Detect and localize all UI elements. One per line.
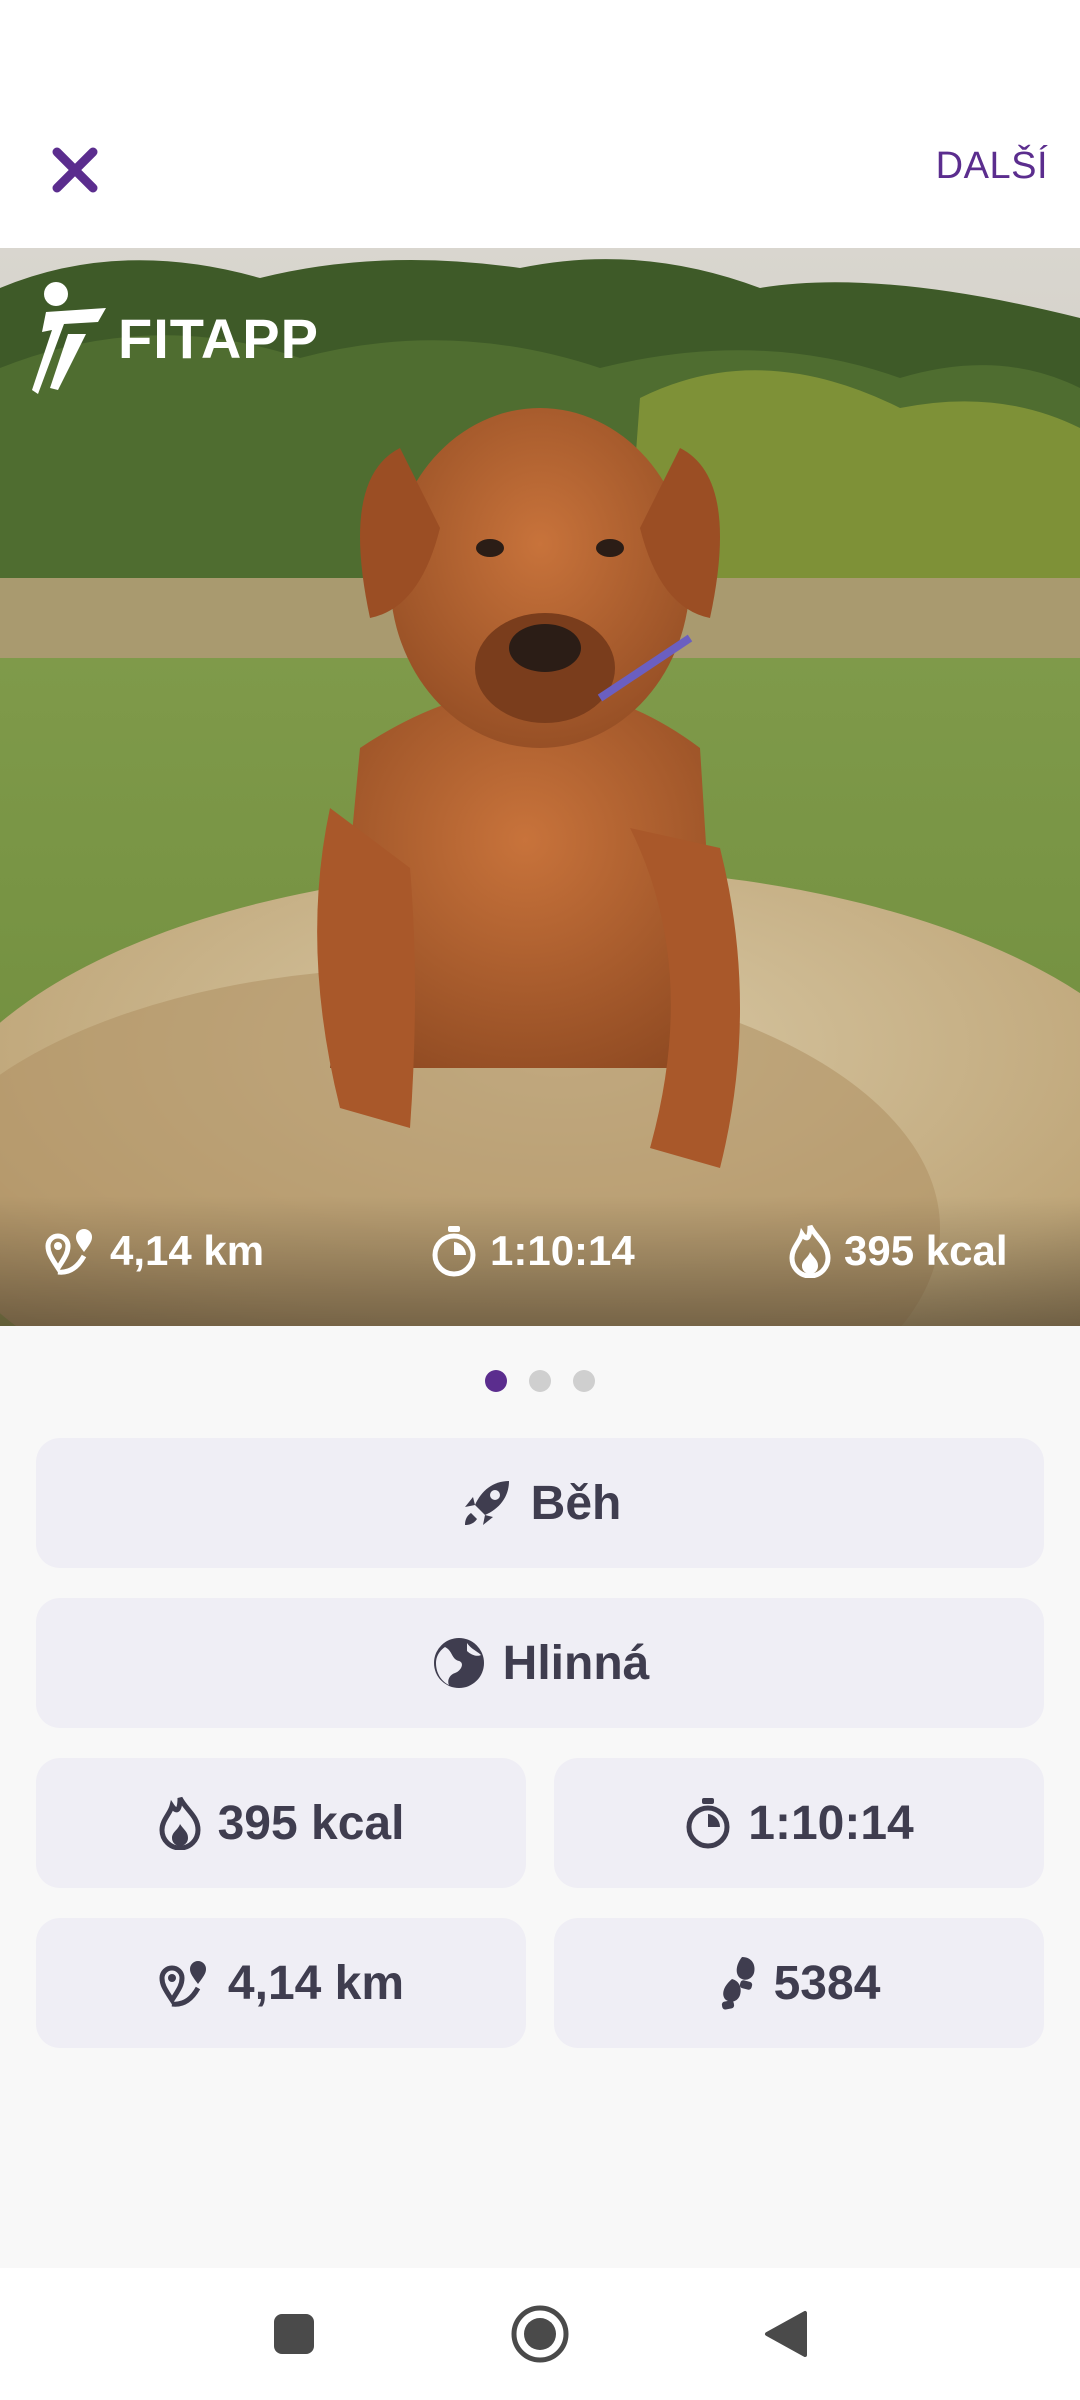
back-triangle-icon — [765, 2311, 807, 2357]
steps-value: 5384 — [773, 1956, 881, 2010]
pager-dot-3[interactable] — [573, 1370, 595, 1392]
brand-name: FITAPP — [118, 306, 319, 370]
close-button[interactable] — [40, 135, 110, 205]
calories-value: 395 kcal — [217, 1796, 405, 1850]
circle-icon — [511, 2305, 569, 2363]
rocket-icon — [464, 1481, 509, 1525]
back-button[interactable] — [750, 2298, 822, 2370]
photo-distance-value: 4,14 km — [110, 1227, 265, 1274]
location-label: Hlinná — [502, 1636, 650, 1690]
system-nav-bar — [0, 2268, 1080, 2400]
pager-dots — [0, 1370, 1080, 1392]
stopwatch-icon — [686, 1798, 730, 1849]
runner-logo-icon — [32, 282, 106, 394]
photo-duration-value: 1:10:14 — [490, 1227, 635, 1274]
route-icon — [159, 1961, 206, 2007]
photo-calories-value: 395 kcal — [844, 1227, 1008, 1274]
calories-card[interactable]: 395 kcal — [36, 1758, 526, 1888]
duration-value: 1:10:14 — [748, 1796, 914, 1850]
home-button[interactable] — [504, 2298, 576, 2370]
activity-photo: FITAPP 4,14 km 1:10:14 395 kcal — [0, 248, 1080, 1326]
photo-stats-overlay: 4,14 km 1:10:14 395 kcal — [0, 1196, 1080, 1326]
route-icon — [45, 1229, 92, 1275]
distance-card[interactable]: 4,14 km — [36, 1918, 526, 2048]
close-icon — [52, 147, 98, 193]
stopwatch-icon — [432, 1226, 476, 1277]
top-bar: DALŠÍ — [0, 0, 1080, 248]
duration-card[interactable]: 1:10:14 — [554, 1758, 1044, 1888]
flame-icon — [789, 1224, 831, 1278]
fitapp-brand: FITAPP — [28, 278, 319, 398]
activity-card[interactable]: Běh — [36, 1438, 1044, 1568]
dog-photo-illustration — [0, 248, 1080, 1326]
pager-dot-2[interactable] — [529, 1370, 551, 1392]
steps-card[interactable]: 5384 — [554, 1918, 1044, 2048]
photo-calories: 395 kcal — [788, 1224, 1008, 1278]
globe-icon — [433, 1638, 484, 1688]
footprints-icon — [721, 1957, 755, 2010]
square-icon — [274, 2314, 314, 2354]
location-card[interactable]: Hlinná — [36, 1598, 1044, 1728]
photo-distance: 4,14 km — [44, 1224, 264, 1278]
photo-duration: 1:10:14 — [430, 1224, 635, 1278]
flame-icon — [159, 1796, 201, 1850]
activity-label: Běh — [530, 1476, 622, 1530]
recents-button[interactable] — [258, 2298, 330, 2370]
next-button[interactable]: DALŠÍ — [936, 145, 1048, 195]
distance-value: 4,14 km — [227, 1956, 405, 2010]
pager-dot-1[interactable] — [485, 1370, 507, 1392]
